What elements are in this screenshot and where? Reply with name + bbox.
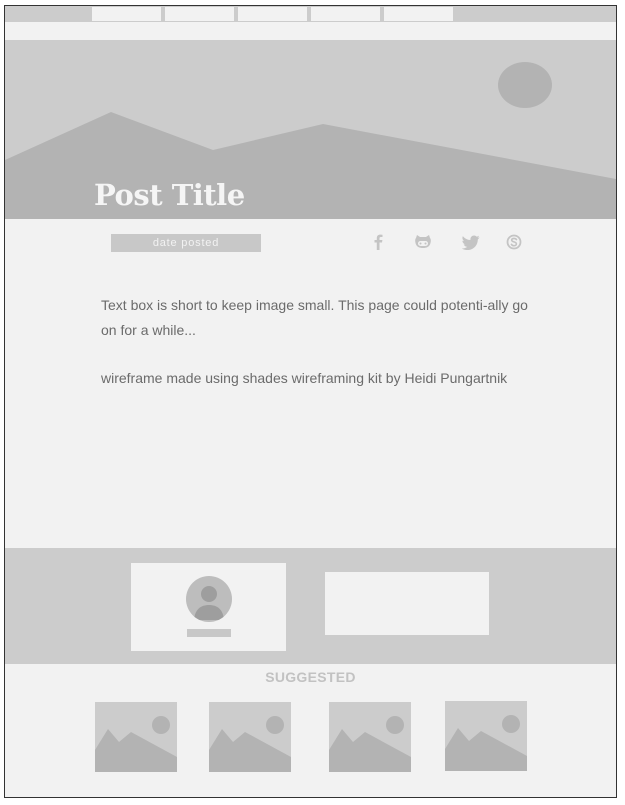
body-paragraph: Text box is short to keep image small. T… [101,297,528,338]
twitter-icon[interactable] [460,232,482,252]
author-band [5,548,616,664]
nav-tab-3[interactable] [238,7,307,21]
post-body: Text box is short to keep image small. T… [101,293,531,414]
nav-tab-4[interactable] [311,7,380,21]
skype-icon[interactable] [503,232,525,252]
author-name-placeholder [187,629,231,637]
sun-shape [498,62,552,108]
suggested-thumbnail[interactable] [329,702,411,772]
post-title: Post Title [94,178,245,212]
date-posted-badge: date posted [111,234,261,252]
facebook-icon[interactable] [367,232,389,252]
suggested-thumbnail[interactable] [209,702,291,772]
nav-tab-2[interactable] [165,7,234,21]
github-icon[interactable] [412,232,434,252]
suggested-thumbnail[interactable] [95,702,177,772]
nav-tab-5[interactable] [384,7,453,21]
page-frame: Post Title date posted Text box is short… [4,5,617,798]
author-info-box [325,572,489,635]
avatar[interactable] [186,576,232,622]
suggested-thumbnail[interactable] [445,701,527,771]
body-paragraph: wireframe made using shades wireframing … [101,370,508,386]
suggested-heading: SUGGESTED [265,669,356,685]
sub-header-bar [5,22,616,40]
nav-tab-1[interactable] [92,7,161,21]
